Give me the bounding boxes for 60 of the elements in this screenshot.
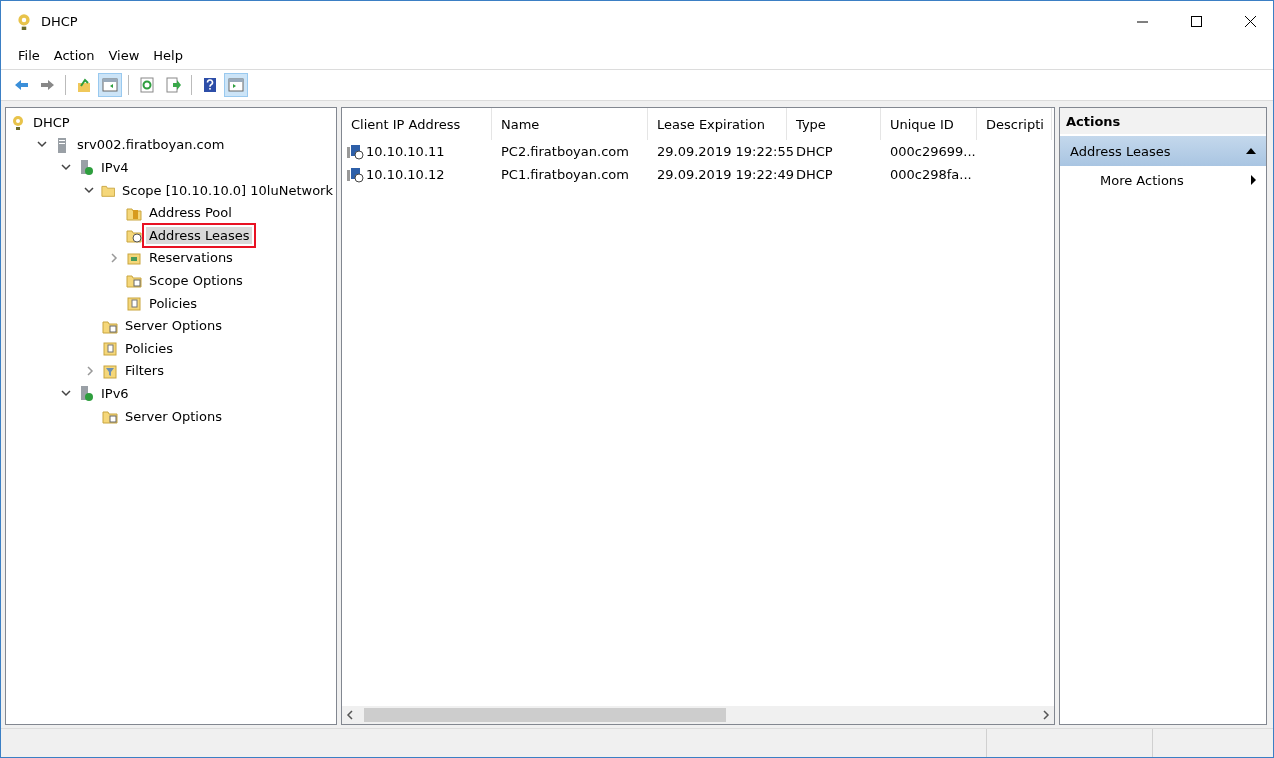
column-header[interactable]: Client IP Address	[342, 108, 492, 140]
tree-item[interactable]: Policies	[146, 294, 201, 312]
chevron-down-icon[interactable]	[37, 141, 47, 149]
column-header[interactable]: Lease Expiration	[648, 108, 787, 140]
filters-icon	[102, 362, 118, 379]
chevron-down-icon[interactable]	[61, 389, 71, 397]
table-cell: PC2.firatboyan.com	[501, 144, 629, 159]
chevron-right-icon[interactable]	[110, 252, 118, 263]
pane-toggle-icon	[228, 77, 244, 93]
scrollbar-thumb[interactable]	[364, 708, 726, 722]
column-header[interactable]: Type	[787, 108, 881, 140]
chevron-right-icon[interactable]	[86, 365, 94, 376]
menu-item[interactable]: View	[101, 47, 147, 63]
column-header[interactable]: Descripti	[977, 108, 1052, 140]
tree-item[interactable]: Filters	[122, 362, 167, 380]
pane-toggle-icon	[102, 77, 118, 93]
table-cell: 29.09.2019 19:22:55	[657, 144, 794, 159]
column-header[interactable]: Unique ID	[881, 108, 977, 140]
tree-item[interactable]: IPv4	[98, 159, 132, 176]
menu-item[interactable]: Action	[46, 47, 102, 63]
tree-item[interactable]: Scope [10.10.10.0] 10luNetwork	[119, 181, 336, 199]
tree-item[interactable]: DHCP	[30, 113, 73, 131]
column-header[interactable]: Name	[492, 108, 648, 140]
scroll-left-icon[interactable]	[346, 710, 353, 720]
folder-up-icon	[76, 77, 92, 93]
horizontal-scrollbar[interactable]	[342, 706, 1054, 724]
tree-item[interactable]: IPv6	[98, 384, 132, 402]
triangle-up-icon	[1246, 148, 1256, 154]
refresh-icon	[139, 77, 155, 93]
chevron-down-icon[interactable]	[61, 164, 71, 171]
table-cell: 000c29699...	[890, 144, 976, 159]
table-cell: DHCP	[796, 144, 833, 159]
tree-item[interactable]: Server Options	[122, 407, 225, 425]
close-icon	[1244, 15, 1256, 27]
menu-item[interactable]: File	[11, 47, 47, 63]
table-cell: DHCP	[796, 167, 833, 182]
triangle-right-icon	[1251, 175, 1256, 185]
scroll-right-icon[interactable]	[1043, 710, 1050, 720]
table-cell: 10.10.10.12	[366, 167, 445, 182]
table-cell: 000c298fa...	[890, 167, 972, 182]
tree-item[interactable]: Server Options	[122, 317, 225, 335]
forward-arrow-icon	[39, 77, 55, 93]
tree-item[interactable]: Address Pool	[146, 204, 235, 222]
tree-item[interactable]: srv002.firatboyan.com	[74, 136, 228, 154]
table-cell: 10.10.10.11	[366, 144, 445, 159]
menu-item[interactable]: Help	[146, 47, 190, 63]
action-item[interactable]: More Actions	[1060, 166, 1266, 194]
tree-item[interactable]: Scope Options	[146, 271, 246, 289]
help-icon	[202, 77, 218, 93]
tree-item[interactable]: Reservations	[146, 249, 236, 267]
back-arrow-icon	[13, 77, 29, 93]
chevron-down-icon[interactable]	[84, 186, 95, 194]
table-cell: 29.09.2019 19:22:49	[657, 167, 794, 182]
tree-item[interactable]: Policies	[122, 339, 177, 357]
actions-section-header[interactable]: Address Leases	[1060, 136, 1266, 166]
export-list-icon	[165, 77, 181, 93]
maximize-icon	[1190, 15, 1202, 27]
actions-title: Actions	[1060, 108, 1266, 136]
table-cell: PC1.firatboyan.com	[501, 167, 629, 182]
window-title: DHCP	[41, 13, 79, 29]
